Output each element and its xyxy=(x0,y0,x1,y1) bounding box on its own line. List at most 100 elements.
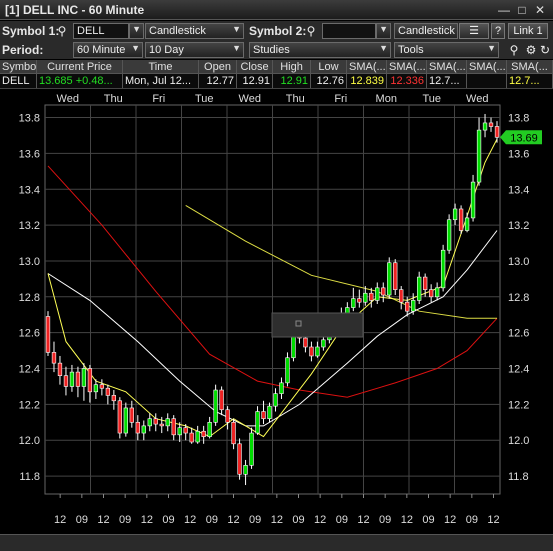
chart-type-1-value: Candlestick xyxy=(149,25,206,37)
quote-high: 12.91 xyxy=(273,74,311,88)
chevron-down-icon: ▼ xyxy=(487,43,496,53)
candle-body xyxy=(375,287,380,301)
col-low[interactable]: Low xyxy=(311,60,347,73)
candle-body xyxy=(147,418,152,427)
candle-body xyxy=(171,418,176,436)
chevron-down-icon: ▼ xyxy=(132,24,141,34)
restore-icon[interactable]: □ xyxy=(515,3,529,17)
candle-body xyxy=(51,352,57,364)
candle-body xyxy=(213,389,218,423)
hour-label: 12 xyxy=(141,514,153,526)
price-chart-svg[interactable]: Wed Thu Fri Tue Wed Thu Fri Mon Tue Wed 12 09 12 09 1… xyxy=(0,89,553,534)
y-tick-label-left: 12.6 xyxy=(19,328,40,340)
symbol2-dropdown-button[interactable]: ▼ xyxy=(376,23,391,39)
minimize-icon[interactable]: — xyxy=(497,3,511,17)
symbol2-label: Symbol 2: xyxy=(249,24,307,38)
candle-body xyxy=(183,427,188,434)
col-symbol[interactable]: Symbol xyxy=(0,60,37,73)
hour-label: 09 xyxy=(162,514,174,526)
candle-body xyxy=(93,384,99,393)
hour-label: 12 xyxy=(357,514,369,526)
interval-value: 60 Minute xyxy=(77,44,126,56)
candle-body xyxy=(417,276,422,301)
interval-select[interactable]: 60 Minute ▼ xyxy=(73,42,143,58)
quote-row[interactable]: DELL 13.685 +0.48... Mon, Jul 12... 12.7… xyxy=(0,74,553,89)
col-sma-1[interactable]: SMA(... xyxy=(347,60,387,73)
symbol2-input[interactable] xyxy=(322,23,376,39)
hour-label: 12 xyxy=(271,514,283,526)
candle-body xyxy=(189,432,194,443)
refresh-icon[interactable]: ↻ xyxy=(537,42,553,58)
candle-body xyxy=(45,316,51,353)
quote-sma-1: 12.839 xyxy=(347,74,387,88)
col-open[interactable]: Open xyxy=(199,60,237,73)
zoom-search-icon[interactable]: ⚲ xyxy=(506,42,522,58)
studies-select[interactable]: Studies ▼ xyxy=(249,42,391,58)
menu-icon[interactable]: ☰ xyxy=(459,23,489,39)
y-tick-label-left: 13.4 xyxy=(19,184,40,196)
chart-type-2-select[interactable]: Candlestick xyxy=(394,23,458,39)
symbol1-dropdown-button[interactable]: ▼ xyxy=(129,23,144,39)
y-tick-label-left: 12.2 xyxy=(19,399,40,411)
candle-body xyxy=(177,427,182,436)
candle-body xyxy=(99,384,105,389)
candle-body xyxy=(69,371,75,387)
candle-body xyxy=(81,368,87,387)
chart-type-1-select[interactable]: Candlestick ▼ xyxy=(145,23,244,39)
candle-body xyxy=(219,389,224,411)
candle-body xyxy=(225,409,230,423)
range-select[interactable]: 10 Day ▼ xyxy=(145,42,244,58)
y-tick-label-right: 12.0 xyxy=(508,435,529,447)
chart-grid xyxy=(44,104,501,495)
y-tick-label-right: 13.4 xyxy=(508,184,529,196)
candle-body xyxy=(303,337,308,348)
chevron-down-icon: ▼ xyxy=(131,43,140,53)
candle-body xyxy=(243,465,248,475)
candle-body xyxy=(482,122,488,131)
quote-current-price: 13.685 +0.48... xyxy=(37,74,123,88)
title-bar: [1] DELL INC - 60 Minute — □ ✕ xyxy=(0,0,553,20)
col-time[interactable]: Time xyxy=(123,60,199,73)
y-tick-label-right: 13.0 xyxy=(508,256,529,268)
quote-close: 12.91 xyxy=(237,74,273,88)
candle-body xyxy=(345,307,350,314)
candle-body xyxy=(261,411,266,420)
symbol1-search-icon[interactable]: ⚲ xyxy=(54,23,70,39)
hour-axis: 12 09 12 09 12 09 12 09 12 09 12 09 12 09 12 09 12 09 12 09… xyxy=(54,494,500,526)
candle-body xyxy=(285,357,290,384)
col-high[interactable]: High xyxy=(273,60,311,73)
hour-label: 09 xyxy=(249,514,261,526)
y-tick-label-right: 11.8 xyxy=(508,471,529,483)
price-chart[interactable]: Wed Thu Fri Tue Wed Thu Fri Mon Tue Wed 12 09 12 09 1… xyxy=(0,89,553,534)
y-tick-label-right: 12.6 xyxy=(508,328,529,340)
col-sma-4[interactable]: SMA(... xyxy=(467,60,507,73)
hour-label: 12 xyxy=(314,514,326,526)
col-close[interactable]: Close xyxy=(237,60,273,73)
col-sma-3[interactable]: SMA(... xyxy=(427,60,467,73)
help-button[interactable]: ? xyxy=(491,23,505,39)
candle-body xyxy=(201,430,206,437)
link-button[interactable]: Link 1 xyxy=(508,23,548,39)
col-sma-5[interactable]: SMA(... xyxy=(507,60,553,73)
day-axis: Wed Thu Fri Tue Wed Thu Fri Mon Tue Wed xyxy=(57,93,489,105)
day-label: Tue xyxy=(422,93,441,105)
y-tick-label-right: 13.2 xyxy=(508,220,529,232)
y-tick-label-right: 12.4 xyxy=(508,364,529,376)
day-label: Thu xyxy=(104,93,123,105)
symbol-toolbar: Symbol 1: ⚲ DELL ▼ Candlestick ▼ Symbol 2… xyxy=(0,21,553,40)
period-label: Period: xyxy=(2,43,44,57)
close-icon[interactable]: ✕ xyxy=(533,3,547,17)
symbol1-input[interactable]: DELL xyxy=(73,23,129,39)
quote-sma-5: 12.7... xyxy=(507,74,553,88)
col-current-price[interactable]: Current Price xyxy=(37,60,123,73)
chevron-down-icon: ▼ xyxy=(232,43,241,53)
hour-label: 09 xyxy=(292,514,304,526)
col-sma-2[interactable]: SMA(... xyxy=(387,60,427,73)
candle-body xyxy=(117,400,122,434)
candle-body xyxy=(255,411,260,434)
candle-body xyxy=(231,421,236,445)
day-label: Wed xyxy=(239,93,261,105)
candle-body xyxy=(458,208,464,231)
symbol2-search-icon[interactable]: ⚲ xyxy=(303,23,319,39)
tools-select[interactable]: Tools ▼ xyxy=(394,42,499,58)
